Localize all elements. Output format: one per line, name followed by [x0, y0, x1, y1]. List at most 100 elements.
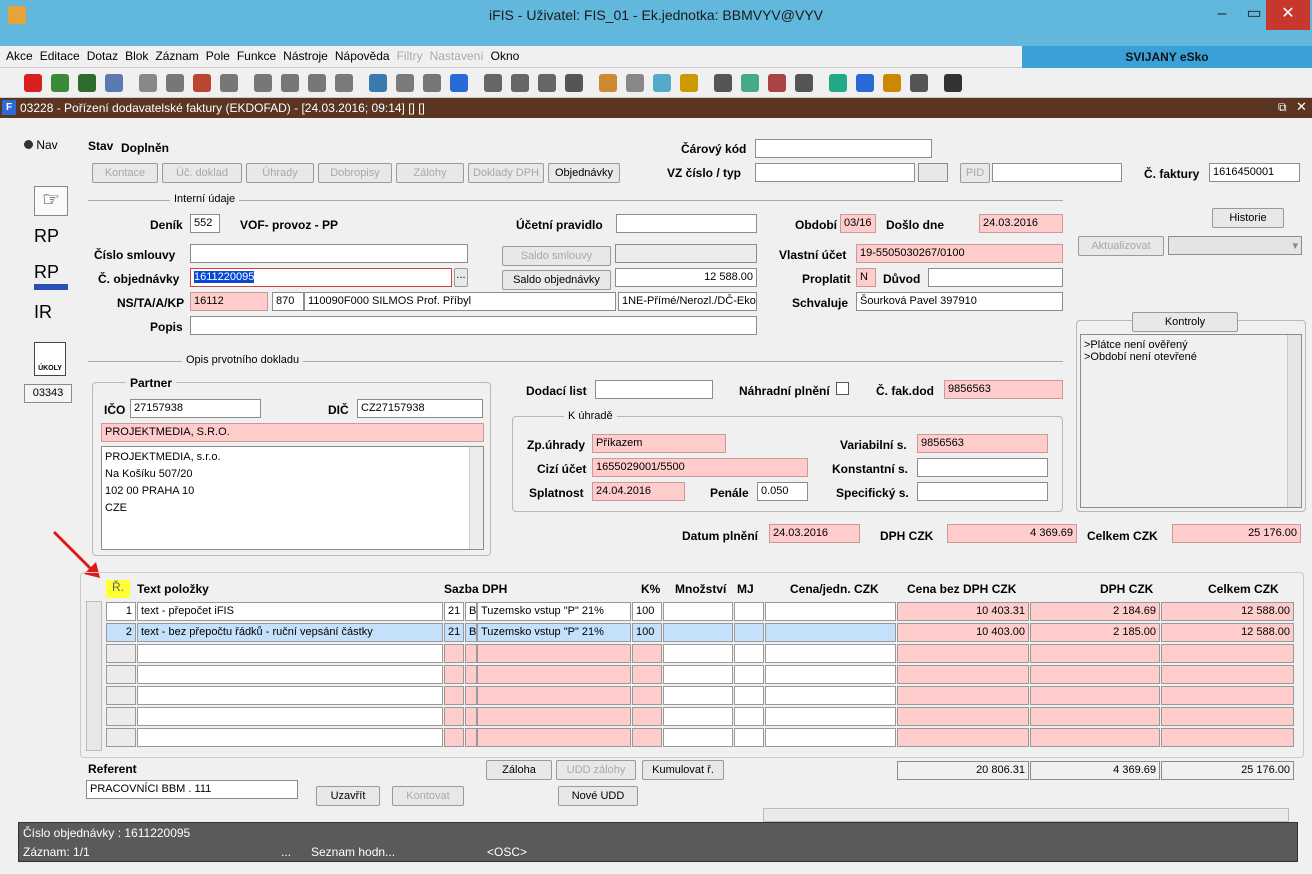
- grid-cell-text[interactable]: text - bez přepočtu řádků - ruční vepsán…: [137, 623, 443, 642]
- toolbar-button-icon[interactable]: [335, 74, 353, 92]
- lookup-button[interactable]: ...: [454, 268, 468, 287]
- aktualizovat-button[interactable]: Aktualizovat: [1078, 236, 1164, 256]
- toolbar-button-icon[interactable]: [51, 74, 69, 92]
- grid-cell-dph[interactable]: 2 184.69: [1030, 602, 1160, 621]
- grid-cell-dph[interactable]: [1030, 665, 1160, 684]
- grid-cell-sazba_text[interactable]: [477, 707, 631, 726]
- menu-item[interactable]: Okno: [491, 49, 520, 63]
- grid-cell-mn[interactable]: [663, 644, 733, 663]
- toolbar-button-icon[interactable]: [511, 74, 529, 92]
- partner-name-field[interactable]: PROJEKTMEDIA, S.R.O.: [101, 423, 484, 442]
- toolbar-button-icon[interactable]: [653, 74, 671, 92]
- a-field[interactable]: 110090F000 SILMOS Prof. Příbyl: [304, 292, 616, 311]
- vz-field[interactable]: [755, 163, 915, 182]
- menu-item[interactable]: Editace: [40, 49, 80, 63]
- grid-cell-cena[interactable]: [765, 665, 896, 684]
- grid-cell-n[interactable]: [106, 686, 136, 705]
- grid-cell-typ[interactable]: [465, 728, 477, 747]
- grid-cell-cena[interactable]: [765, 623, 896, 642]
- grid-scrollbar[interactable]: [86, 601, 102, 751]
- toolbar-button-icon[interactable]: [484, 74, 502, 92]
- grid-cell-mj[interactable]: [734, 707, 764, 726]
- spec-field[interactable]: [917, 482, 1048, 501]
- grid-cell-sazba_text[interactable]: [477, 644, 631, 663]
- toolbar-button-icon[interactable]: [396, 74, 414, 92]
- cislo-smlouvy-field[interactable]: [190, 244, 468, 263]
- vz-typ-field[interactable]: [918, 163, 948, 182]
- grid-cell-bez[interactable]: 10 403.00: [897, 623, 1029, 642]
- grid-cell-dph[interactable]: 2 185.00: [1030, 623, 1160, 642]
- ukoly-icon[interactable]: ÚKOLY: [34, 342, 66, 376]
- partner-address-field[interactable]: PROJEKTMEDIA, s.r.o. Na Košíku 507/20 10…: [101, 446, 484, 550]
- zaloha-button[interactable]: Záloha: [486, 760, 552, 780]
- col-mnozstvi-header[interactable]: Množství: [675, 582, 726, 596]
- toolbar-button-icon[interactable]: [166, 74, 184, 92]
- var-field[interactable]: 9856563: [917, 434, 1048, 453]
- hand-icon[interactable]: ☞: [34, 186, 68, 216]
- grid-cell-celkem[interactable]: 12 588.00: [1161, 623, 1294, 642]
- tab-dobropisy[interactable]: Dobropisy: [318, 163, 392, 183]
- ta-field[interactable]: 870: [272, 292, 304, 311]
- grid-cell-mn[interactable]: [663, 707, 733, 726]
- grid-cell-dph[interactable]: [1030, 686, 1160, 705]
- toolbar-button-icon[interactable]: [680, 74, 698, 92]
- grid-cell-celkem[interactable]: [1161, 728, 1294, 747]
- grid-cell-typ[interactable]: B: [465, 623, 477, 642]
- toolbar-button-icon[interactable]: [883, 74, 901, 92]
- toolbar-button-icon[interactable]: [24, 74, 42, 92]
- cislo-obj-field[interactable]: 1611220095: [190, 268, 452, 287]
- grid-cell-mn[interactable]: [663, 602, 733, 621]
- col-bez-header[interactable]: Cena bez DPH CZK: [907, 582, 1016, 596]
- grid-cell-k[interactable]: [632, 665, 662, 684]
- grid-cell-cena[interactable]: [765, 602, 896, 621]
- dodaci-field[interactable]: [595, 380, 713, 399]
- toolbar-button-icon[interactable]: [565, 74, 583, 92]
- ir-icon[interactable]: IR: [34, 302, 68, 330]
- grid-cell-celkem[interactable]: [1161, 665, 1294, 684]
- grid-cell-k[interactable]: [632, 644, 662, 663]
- pid-button[interactable]: PID: [960, 163, 990, 183]
- grid-cell-sazba_text[interactable]: [477, 728, 631, 747]
- col-celkem-header[interactable]: Celkem CZK: [1208, 582, 1279, 596]
- kp-field[interactable]: 1NE-Přímé/Nerozl./DČ-Eko: [618, 292, 757, 311]
- grid-cell-dph[interactable]: [1030, 644, 1160, 663]
- duvod-field[interactable]: [928, 268, 1063, 287]
- close-button[interactable]: ✕: [1266, 0, 1310, 30]
- historie-button[interactable]: Historie: [1212, 208, 1284, 228]
- grid-cell-text[interactable]: [137, 665, 443, 684]
- toolbar-button-icon[interactable]: [220, 74, 238, 92]
- proplatit-field[interactable]: N: [856, 268, 876, 287]
- menu-item[interactable]: Akce: [6, 49, 33, 63]
- grid-cell-typ[interactable]: [465, 707, 477, 726]
- nove-udd-button[interactable]: Nové UDD: [558, 786, 638, 806]
- schvaluje-field[interactable]: Šourková Pavel 397910: [856, 292, 1063, 311]
- ucetni-pravidlo-field[interactable]: [616, 214, 757, 233]
- toolbar-button-icon[interactable]: [105, 74, 123, 92]
- grid-cell-typ[interactable]: [465, 644, 477, 663]
- toolbar-button-icon[interactable]: [768, 74, 786, 92]
- grid-cell-bez[interactable]: [897, 728, 1029, 747]
- toolbar-button-icon[interactable]: [538, 74, 556, 92]
- toolbar-button-icon[interactable]: [599, 74, 617, 92]
- grid-cell-mj[interactable]: [734, 602, 764, 621]
- grid-cell-sazba[interactable]: 21: [444, 602, 464, 621]
- zp-field[interactable]: Příkazem: [592, 434, 726, 453]
- grid-cell-bez[interactable]: [897, 665, 1029, 684]
- grid-cell-text[interactable]: [137, 728, 443, 747]
- rp-eu-icon[interactable]: RP: [34, 262, 68, 290]
- grid-cell-sazba[interactable]: [444, 665, 464, 684]
- saldo-smlouvy-button[interactable]: Saldo smlouvy: [502, 246, 611, 266]
- kumulovat-button[interactable]: Kumulovat ř.: [642, 760, 724, 780]
- toolbar-button-icon[interactable]: [254, 74, 272, 92]
- grid-cell-mn[interactable]: [663, 665, 733, 684]
- col-dph-header[interactable]: DPH CZK: [1100, 582, 1153, 596]
- toolbar-button-icon[interactable]: [944, 74, 962, 92]
- grid-cell-celkem[interactable]: [1161, 686, 1294, 705]
- grid-cell-k[interactable]: [632, 728, 662, 747]
- menu-item[interactable]: Pole: [206, 49, 230, 63]
- grid-cell-celkem[interactable]: [1161, 644, 1294, 663]
- kontovat-button[interactable]: Kontovat: [392, 786, 464, 806]
- grid-cell-text[interactable]: [137, 707, 443, 726]
- grid-cell-celkem[interactable]: 12 588.00: [1161, 602, 1294, 621]
- toolbar-button-icon[interactable]: [829, 74, 847, 92]
